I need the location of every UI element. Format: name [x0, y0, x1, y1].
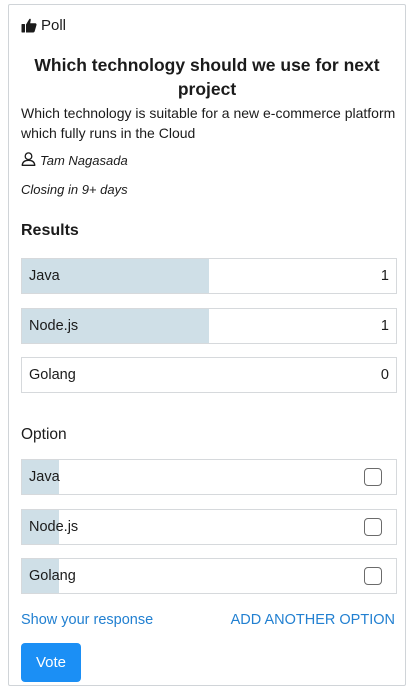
option-label: Java [29, 469, 60, 485]
option-row-nodejs[interactable]: Node.js [21, 509, 397, 545]
option-label: Golang [29, 568, 76, 584]
result-count: 1 [380, 268, 389, 284]
poll-header: Poll [21, 17, 66, 34]
poll-author: Tam Nagasada [21, 152, 128, 169]
result-row-golang: Golang 0 [21, 357, 397, 393]
poll-card: Poll Which technology should we use for … [8, 4, 406, 686]
closing-text: Closing in 9+ days [21, 182, 128, 197]
option-heading: Option [21, 426, 67, 443]
vote-button[interactable]: Vote [21, 643, 81, 682]
result-count: 0 [380, 367, 389, 383]
show-response-link[interactable]: Show your response [21, 612, 153, 628]
option-checkbox-golang[interactable] [364, 567, 382, 585]
poll-label: Poll [41, 17, 67, 34]
option-label: Node.js [29, 519, 79, 535]
poll-description: Which technology is suitable for a new e… [21, 105, 396, 141]
option-checkbox-java[interactable] [364, 468, 382, 486]
result-count: 1 [380, 318, 389, 334]
result-label: Node.js [29, 318, 79, 334]
option-row-golang[interactable]: Golang [21, 558, 397, 594]
results-heading: Results [21, 222, 79, 239]
option-checkbox-nodejs[interactable] [364, 518, 382, 536]
add-option-link[interactable]: ADD ANOTHER OPTION [231, 612, 395, 628]
user-icon [21, 152, 36, 169]
thumbs-up-icon [21, 18, 37, 33]
result-row-java: Java 1 [21, 258, 397, 294]
option-row-java[interactable]: Java [21, 459, 397, 495]
result-row-nodejs: Node.js 1 [21, 308, 397, 344]
author-name: Tam Nagasada [40, 153, 128, 168]
result-label: Golang [29, 367, 76, 383]
result-label: Java [29, 268, 60, 284]
poll-title: Which technology should we use for next … [34, 55, 380, 99]
